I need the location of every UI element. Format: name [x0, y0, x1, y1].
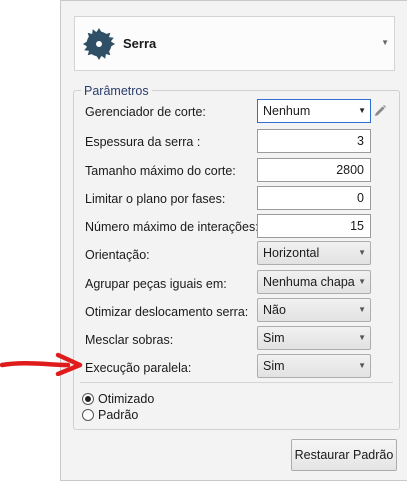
chevron-down-icon: ▼ — [358, 106, 366, 115]
cutter-manager-value: Nenhum — [263, 104, 311, 118]
max-iterations-input[interactable]: 15 — [257, 214, 371, 238]
tool-name: Serra — [123, 36, 157, 51]
parallel-execution-value: Sim — [263, 359, 285, 373]
cutter-manager-select[interactable]: Nenhum ▼ — [257, 99, 371, 123]
restore-defaults-button[interactable]: Restaurar Padrão — [291, 439, 397, 471]
orientation-select[interactable]: Horizontal ▼ — [257, 241, 371, 265]
max-cut-size-label: Tamanho máximo do corte: — [85, 164, 236, 178]
chevron-down-icon: ▼ — [358, 277, 366, 286]
group-equal-parts-label: Agrupar peças iguais em: — [85, 277, 227, 291]
merge-leftovers-select[interactable]: Sim ▼ — [257, 326, 371, 350]
mode-default-label[interactable]: Padrão — [98, 408, 138, 422]
parallel-execution-select[interactable]: Sim ▼ — [257, 354, 371, 378]
max-cut-size-input[interactable]: 2800 — [257, 158, 371, 182]
parameters-legend: Parâmetros — [81, 84, 152, 98]
orientation-value: Horizontal — [263, 246, 320, 260]
saw-thickness-input[interactable]: 3 — [257, 129, 371, 153]
merge-leftovers-value: Sim — [263, 331, 285, 345]
optimize-saw-travel-label: Otimizar deslocamento serra: — [85, 305, 249, 319]
optimize-saw-travel-select[interactable]: Não ▼ — [257, 298, 371, 322]
optimize-saw-travel-value: Não — [263, 303, 286, 317]
chevron-down-icon: ▼ — [358, 248, 366, 257]
mode-optimized-label[interactable]: Otimizado — [98, 392, 154, 406]
divider — [80, 382, 393, 383]
group-equal-parts-value: Nenhuma chapa — [263, 275, 355, 289]
mode-default-radio[interactable] — [82, 409, 94, 421]
red-arrow-icon — [0, 352, 83, 376]
tool-selector[interactable]: Serra ▼ — [74, 16, 395, 71]
chevron-down-icon: ▼ — [358, 333, 366, 342]
limit-plane-phases-input[interactable]: 0 — [257, 186, 371, 210]
chevron-down-icon: ▼ — [358, 305, 366, 314]
orientation-label: Orientação: — [85, 248, 150, 262]
circular-saw-icon — [83, 28, 115, 60]
merge-leftovers-label: Mesclar sobras: — [85, 333, 174, 347]
max-iterations-label: Número máximo de interações: — [85, 220, 259, 234]
limit-plane-phases-label: Limitar o plano por fases: — [85, 192, 226, 206]
saw-settings-panel: Serra ▼ Parâmetros Gerenciador de corte:… — [60, 0, 407, 481]
chevron-down-icon[interactable]: ▼ — [381, 38, 389, 47]
group-equal-parts-select[interactable]: Nenhuma chapa ▼ — [257, 270, 371, 294]
saw-thickness-label: Espessura da serra : — [85, 135, 201, 149]
chevron-down-icon: ▼ — [358, 361, 366, 370]
mode-optimized-radio[interactable] — [82, 393, 94, 405]
parallel-execution-label: Execução paralela: — [85, 361, 192, 375]
pencil-icon[interactable] — [373, 104, 387, 118]
cutter-manager-label: Gerenciador de corte: — [85, 105, 206, 119]
